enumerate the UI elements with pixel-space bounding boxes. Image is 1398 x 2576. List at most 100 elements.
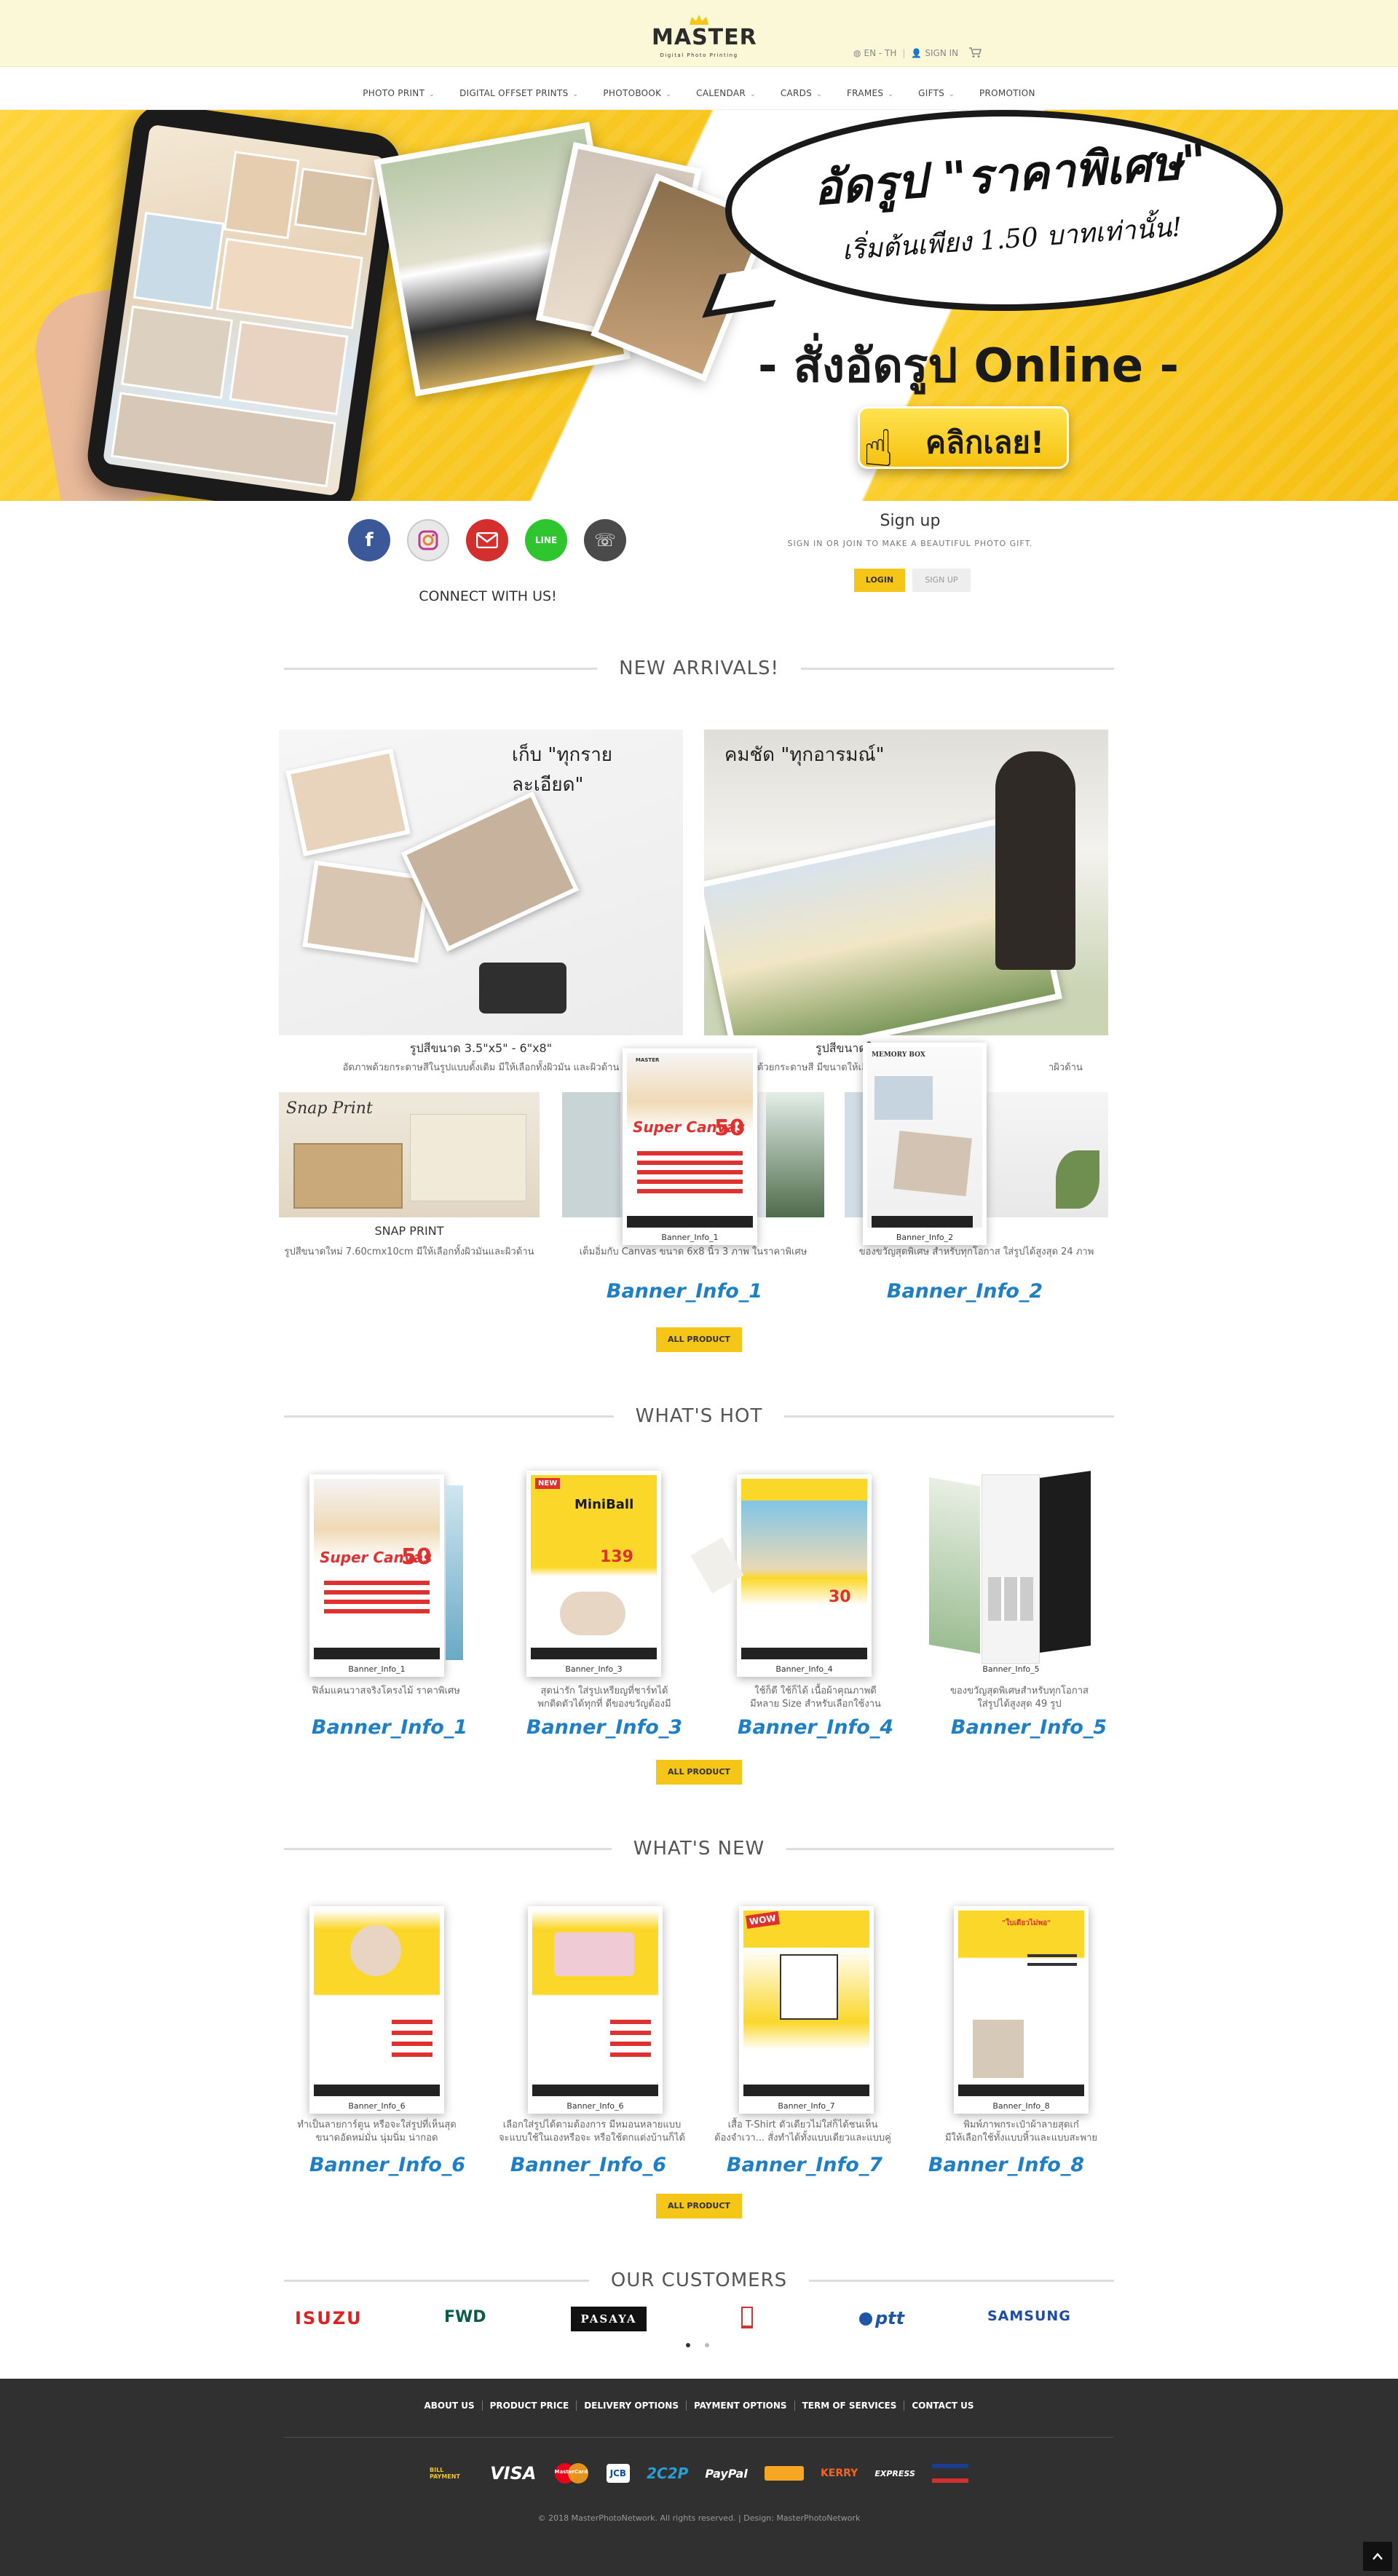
chevron-down-icon: ⌄ [949,91,955,98]
footer-link-delivery[interactable]: DELIVERY OPTIONS [577,2401,687,2411]
photo-tile [293,167,375,236]
section-title: OUR CUSTOMERS [610,2269,788,2291]
footer-link-terms[interactable]: TERM OF SERVICES [795,2401,905,2411]
all-product-button[interactable]: ALL PRODUCT [656,1760,742,1785]
brand-logo[interactable]: MASTER Digital Photo Printing [652,15,757,60]
courier-icon [764,2466,804,2481]
footer-link-about[interactable]: ABOUT US [416,2401,483,2411]
photo-tile [133,211,225,309]
bill-payment-icon: BILL PAYMENT [430,2467,460,2480]
section-title: WHAT'S HOT [635,1405,763,1427]
banner-info-link[interactable]: Banner_Info_6 [479,2154,698,2176]
product-description: ของขวัญสุดพิเศษสำหรับทุกโอกาส ใส่รูปได้สู… [950,1686,1089,1710]
section-title: WHAT'S NEW [633,1838,765,1860]
nav-photo-print[interactable]: PHOTO PRINT ⌄ [350,82,447,104]
signup-title: Sign up [880,512,941,530]
mastercard-icon: MasterCard [553,2462,590,2485]
banner-info-link[interactable]: Banner_Info_2 [848,1280,1081,1303]
photo-tile [216,237,363,330]
arrival-banner-large-print[interactable]: คมชัด "ทุกอารมณ์" [704,730,1108,1035]
carousel-dot[interactable] [705,2343,709,2347]
paypal-icon: PayPal [705,2466,748,2481]
product-card[interactable]: Banner_Info_6 [309,1906,444,2114]
banner-info-link[interactable]: Banner_Info_3 [495,1716,714,1739]
all-product-button[interactable]: ALL PRODUCT [656,1327,742,1352]
carousel-dot[interactable] [686,2343,690,2347]
jcb-icon: JCB [606,2464,631,2483]
product-description: เลือกใส่รูปได้ตามต้องการ มีหมอนหลายแบบ จะ… [499,2119,685,2144]
footer-link-payment[interactable]: PAYMENT OPTIONS [687,2401,795,2411]
product-card[interactable]: Banner_Info_6 [528,1906,663,2114]
nav-frames[interactable]: FRAMES ⌄ [834,82,906,104]
section-whats-hot: WHAT'S HOT [284,1402,1115,1431]
product-popup[interactable]: MEMORY BOX Banner_Info_2 [863,1043,987,1245]
customer-logo-fwd: FWD [444,2308,486,2326]
product-description: สุดน่ารัก ใส่รูปเหรียญที่ชาร์ทได้ พกติดตั… [537,1686,671,1710]
banner-info-link[interactable]: Banner_Info_1 [568,1280,801,1303]
product-card[interactable]: Super Canvas 50 Banner_Info_1 [309,1474,444,1677]
snap-box-image [293,1143,403,1209]
language-switch[interactable]: EN - TH [864,48,896,58]
cart-icon[interactable] [968,47,982,60]
nav-photobook[interactable]: PHOTOBOOK ⌄ [591,82,684,104]
chevron-up-icon [1373,2553,1383,2560]
signup-button[interactable]: SIGN UP [912,569,971,592]
hero-banner[interactable]: อัดรูป "ราคาพิเศษ" เริ่มต้นเพียง 1.50 บา… [0,110,1398,501]
top-links: ◍ EN - TH | 👤 SIGN IN [853,47,982,60]
customer-logo-isuzu: ISUZU [295,2308,363,2328]
section-our-customers: OUR CUSTOMERS [284,2266,1115,2295]
nav-calendar[interactable]: CALENDAR ⌄ [684,82,768,104]
all-product-button[interactable]: ALL PRODUCT [656,2194,742,2219]
footer-link-price[interactable]: PRODUCT PRICE [483,2401,577,2411]
sign-in-link[interactable]: SIGN IN [925,48,958,58]
product-label: Banner_Info_6 [566,2101,624,2111]
canvas-description: เต็มอิ่มกับ Canvas ขนาด 6x8 นิ้ว 3 ภาพ ใ… [579,1246,807,1257]
product-card[interactable]: Banner_Info_5 [929,1471,1093,1674]
product-label: Banner_Info_5 [982,1664,1040,1674]
hero-order-online: - สั่งอัดรูป Online - [757,339,1180,393]
crown-icon [690,15,708,25]
footer-link-contact[interactable]: CONTACT US [904,2401,981,2411]
arrival-banner-photo-print[interactable]: เก็บ "ทุกรายละเอียด" [279,730,683,1035]
banner-info-link[interactable]: Banner_Info_5 [920,1716,1138,1739]
product-description: พิมพ์ภาพกระเป๋าผ้าลายสุดเก๋ มีให้เลือกใช้… [944,2119,1098,2144]
nav-digital-offset-prints[interactable]: DIGITAL OFFSET PRINTS ⌄ [447,82,591,104]
banner-info-link[interactable]: Banner_Info_1 [280,1716,499,1739]
banner-text: คมชัด "ทุกอารมณ์" [724,744,885,766]
facebook-icon[interactable]: f [348,519,390,561]
login-button[interactable]: LOGIN [854,569,905,592]
chevron-down-icon: ⌄ [888,91,894,98]
snap-print-banner[interactable]: Snap Print [279,1092,540,1217]
hero-cta-button[interactable]: ☝ คลิกเลย! [858,406,1069,474]
product-card[interactable]: "ใบเดียวไม่พอ" Banner_Info_8 [954,1906,1089,2114]
line-icon[interactable]: LINE [525,519,567,561]
snap-print-image [410,1114,526,1201]
snap-description: รูปสีขนาดใหม่ 7.60cmx10cm มีให้เลือกทั้ง… [284,1246,534,1257]
banner-info-link[interactable]: Banner_Info_6 [278,2154,497,2176]
banner-info-link[interactable]: Banner_Info_8 [897,2154,1115,2176]
product-card[interactable]: NEW MiniBall 139 Banner_Info_3 [526,1471,661,1677]
nav-promotion[interactable]: PROMOTION [967,82,1048,104]
footer-links: ABOUT US PRODUCT PRICE DELIVERY OPTIONS … [0,2401,1398,2411]
phone-icon[interactable]: ☏ [584,519,626,561]
connect-label: CONNECT WITH US! [419,588,557,604]
instagram-icon[interactable] [407,519,449,561]
visa-icon: VISA [490,2463,537,2484]
back-to-top-button[interactable] [1363,2542,1392,2571]
product-card[interactable]: WOW Banner_Info_7 [739,1906,874,2114]
product-label: Banner_Info_6 [348,2101,406,2111]
product-popup[interactable]: MASTER Super Canvas 50 Banner_Info_1 [623,1048,757,1245]
banner-info-link[interactable]: Banner_Info_7 [695,2154,914,2176]
customer-logo-pasaya: PASAYA [571,2307,647,2331]
footer-divider [284,2437,1114,2438]
product-card[interactable]: 30 Banner_Info_4 [737,1474,872,1677]
nav-gifts[interactable]: GIFTS ⌄ [906,82,967,104]
chevron-down-icon: ⌄ [816,91,822,98]
email-icon[interactable] [466,519,508,561]
nav-cards[interactable]: CARDS ⌄ [768,82,834,104]
arrival-description: าผิวด้าน [1048,1062,1083,1073]
banner-info-link[interactable]: Banner_Info_4 [706,1716,925,1739]
photo-thumb [285,748,411,857]
decor-image [690,1537,744,1594]
product-label: Banner_Info_8 [992,2101,1050,2111]
